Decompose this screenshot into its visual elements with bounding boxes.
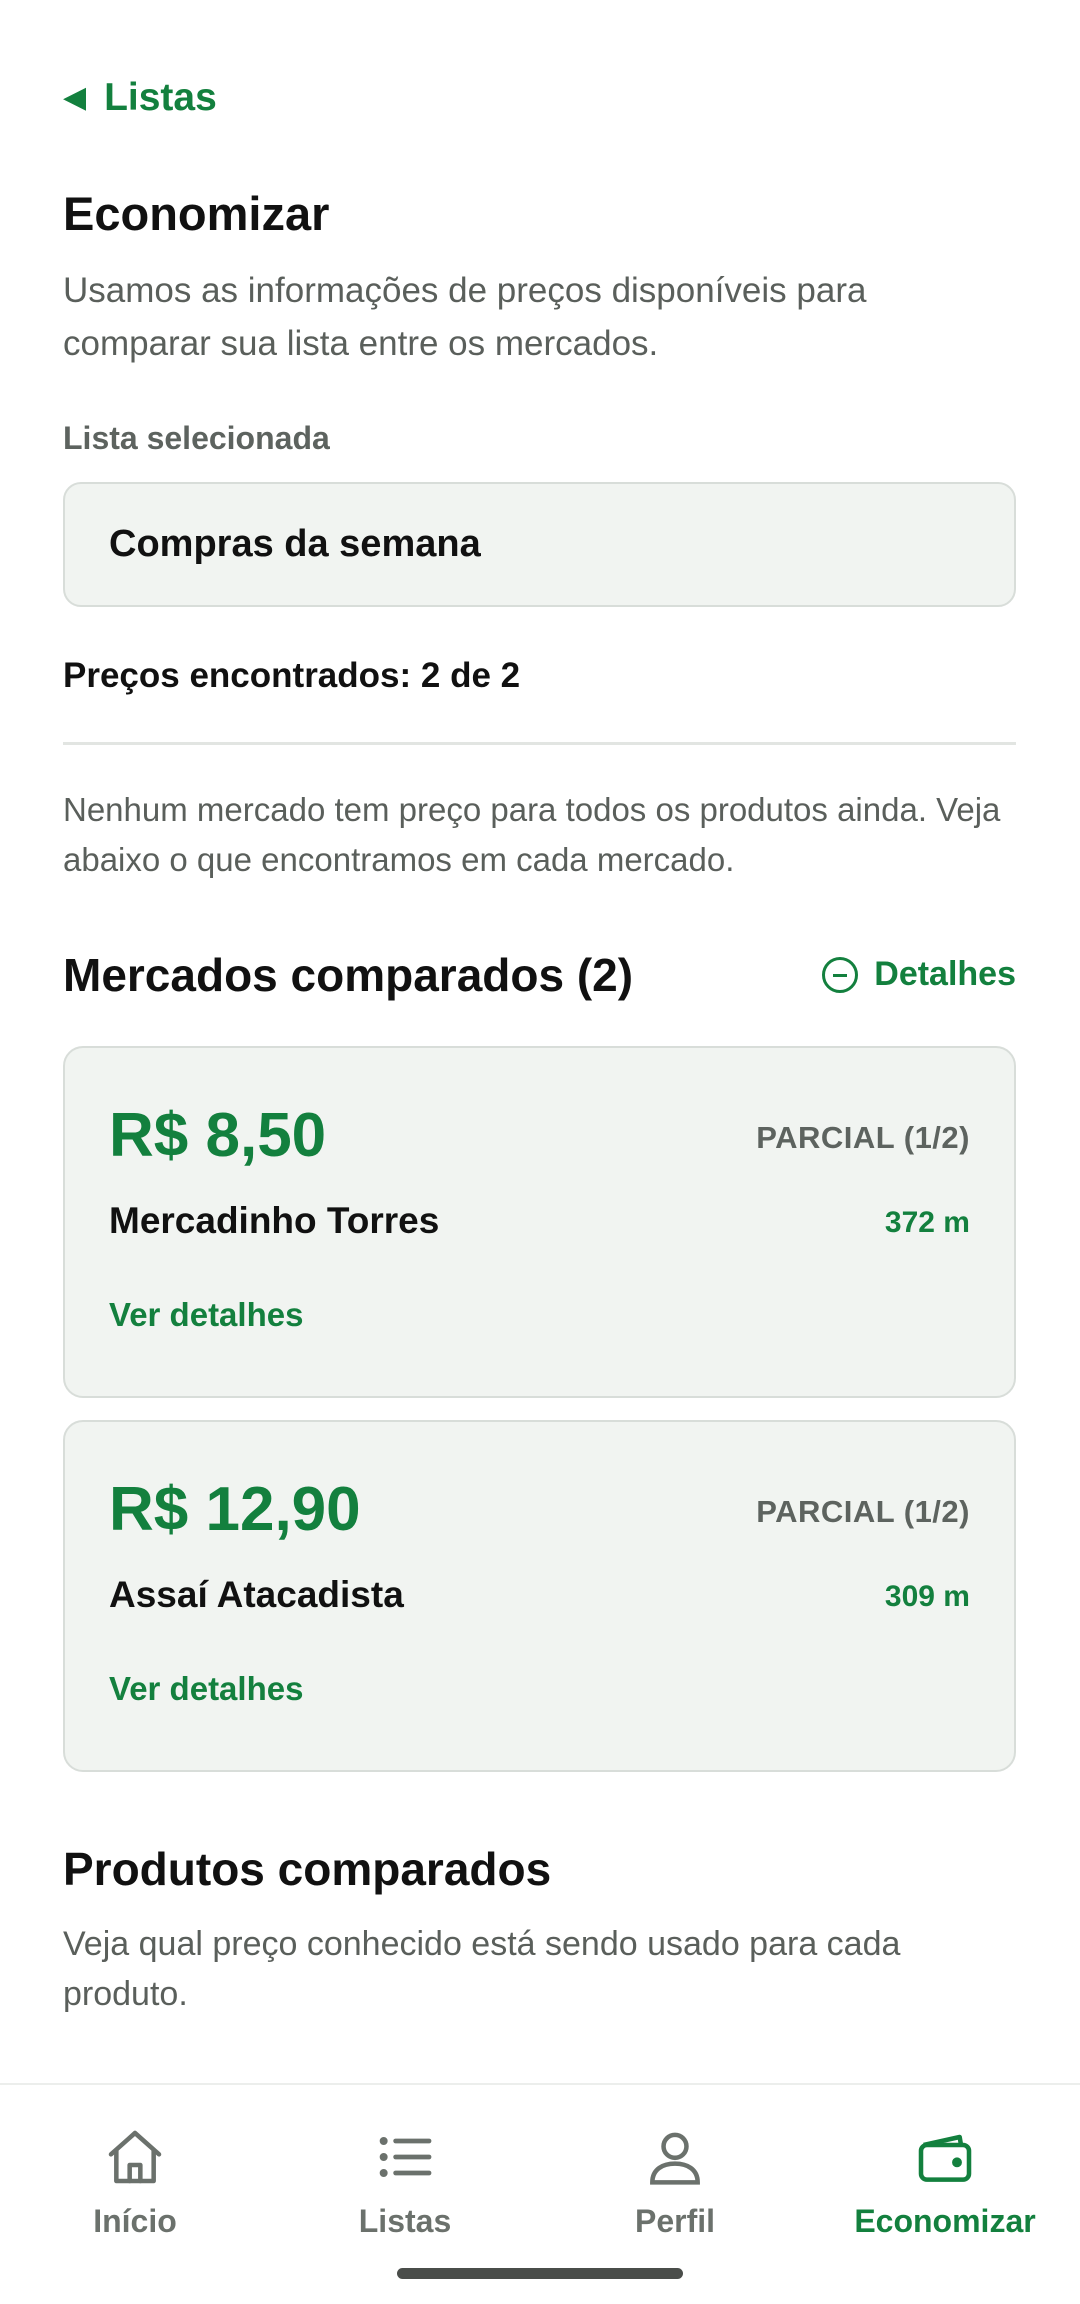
page-title: Economizar [63,187,330,240]
products-section-title: Produtos comparados [63,1843,552,1895]
selected-list-value: Compras da semana [109,523,481,565]
market-card[interactable]: R$ 12,90 PARCIAL (1/2) Assaí Atacadista … [63,1420,1016,1772]
prices-found-text: Preços encontrados: 2 de 2 [63,656,521,695]
home-icon [108,2130,162,2184]
market-distance: 372 m [884,1206,970,1239]
nav-item-economizar[interactable]: Economizar [810,2125,1080,2265]
economizar-screen: ◀ Listas Economizar Usamos as informaçõe… [0,0,1080,2304]
market-total-price: R$ 8,50 [109,1101,327,1170]
details-toggle-label: Detalhes [874,955,1016,993]
market-coverage-status: PARCIAL (1/2) [756,1494,970,1529]
intro-text: Usamos as informações de preços disponív… [63,271,867,363]
market-total-price: R$ 12,90 [109,1475,361,1544]
nav-item-inicio[interactable]: Início [0,2125,270,2265]
collapse-circle-icon [822,956,859,993]
selected-list-field[interactable]: Compras da semana [63,482,1016,607]
nav-label: Listas [358,2203,452,2239]
list-icon [379,2137,432,2177]
wallet-icon [918,2134,972,2182]
back-label: Listas [104,76,217,119]
nav-item-listas[interactable]: Listas [270,2125,540,2265]
details-toggle-button[interactable]: Detalhes [822,955,1016,994]
products-section-subtitle: Veja qual preço conhecido está sendo usa… [63,1925,901,2013]
back-arrow-icon: ◀ [63,81,87,114]
nav-label: Economizar [854,2203,1036,2239]
markets-section-title: Mercados comparados (2) [63,949,634,1001]
market-distance: 309 m [884,1580,970,1613]
profile-icon [650,2132,700,2185]
market-name: Assaí Atacadista [109,1574,404,1615]
market-name: Mercadinho Torres [109,1200,440,1241]
market-card[interactable]: R$ 8,50 PARCIAL (1/2) Mercadinho Torres … [63,1046,1016,1398]
notice-text: Nenhum mercado tem preço para todos os p… [63,791,1001,878]
nav-label: Perfil [634,2203,716,2239]
divider [63,742,1016,745]
view-details-link[interactable]: Ver detalhes [109,1670,303,1708]
nav-label: Início [93,2203,177,2239]
nav-item-perfil[interactable]: Perfil [540,2125,810,2265]
selected-list-label: Lista selecionada [63,420,330,456]
market-coverage-status: PARCIAL (1/2) [756,1120,970,1155]
view-details-link[interactable]: Ver detalhes [109,1296,303,1334]
back-button[interactable]: ◀ Listas [63,76,217,120]
home-indicator[interactable] [397,2268,683,2279]
